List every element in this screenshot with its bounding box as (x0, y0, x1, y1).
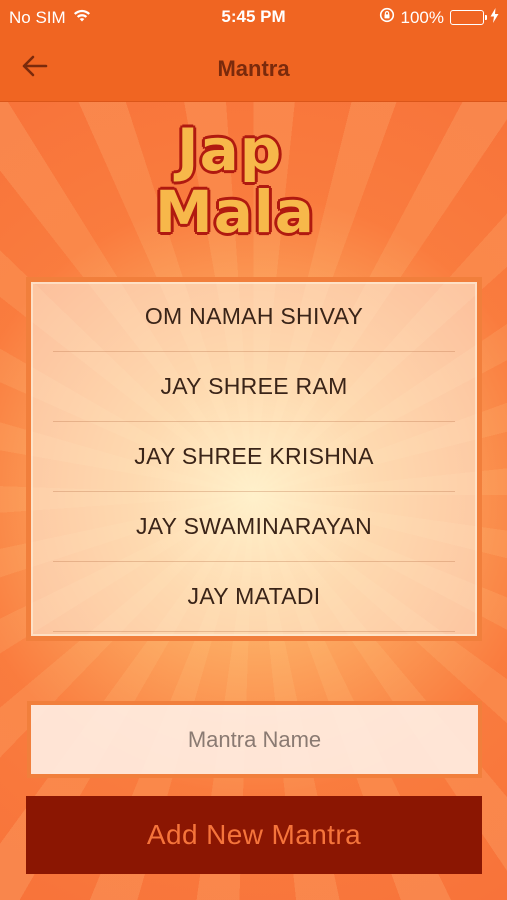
mantra-list-item[interactable]: JAY MATADI (53, 562, 455, 632)
mantra-list-item[interactable]: JAY SWAMINARAYAN (53, 492, 455, 562)
status-right: 100% (379, 7, 499, 28)
navigation-bar: Mantra (0, 34, 507, 102)
mantra-name-field (27, 701, 482, 778)
status-bar: No SIM 5:45 PM 100% (0, 0, 507, 34)
logo-line-2: Mala (155, 178, 315, 246)
mantra-name-input[interactable] (31, 705, 478, 774)
logo-line-1: Jap (177, 116, 283, 184)
mantra-list-item[interactable]: OM NAMAH SHIVAY (53, 282, 455, 352)
rotation-lock-icon (379, 7, 395, 28)
mantra-list: OM NAMAH SHIVAY JAY SHREE RAM JAY SHREE … (26, 277, 482, 641)
battery-percent: 100% (400, 7, 444, 27)
mantra-list-item[interactable]: JAY SHREE RAM (53, 352, 455, 422)
page-title: Mantra (217, 56, 290, 81)
mantra-list-item[interactable]: JAY SHREE KRISHNA (53, 422, 455, 492)
add-new-mantra-label: Add New Mantra (146, 819, 362, 850)
jap-mala-logo: Jap Mala (155, 120, 355, 250)
add-new-mantra-button[interactable]: Add New Mantra (26, 796, 482, 874)
battery-icon (450, 10, 487, 25)
charging-bolt-icon (490, 7, 499, 28)
